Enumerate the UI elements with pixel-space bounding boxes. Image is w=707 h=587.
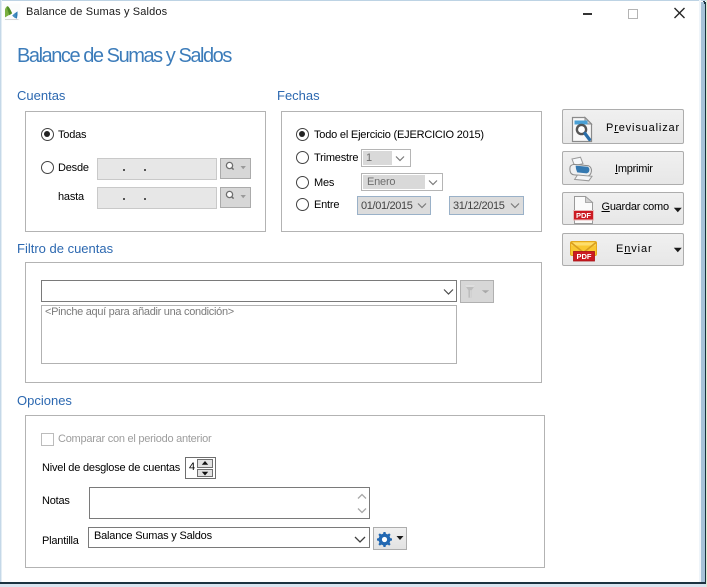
svg-text:PDF: PDF [577,252,592,261]
svg-text:PDF: PDF [576,211,591,220]
